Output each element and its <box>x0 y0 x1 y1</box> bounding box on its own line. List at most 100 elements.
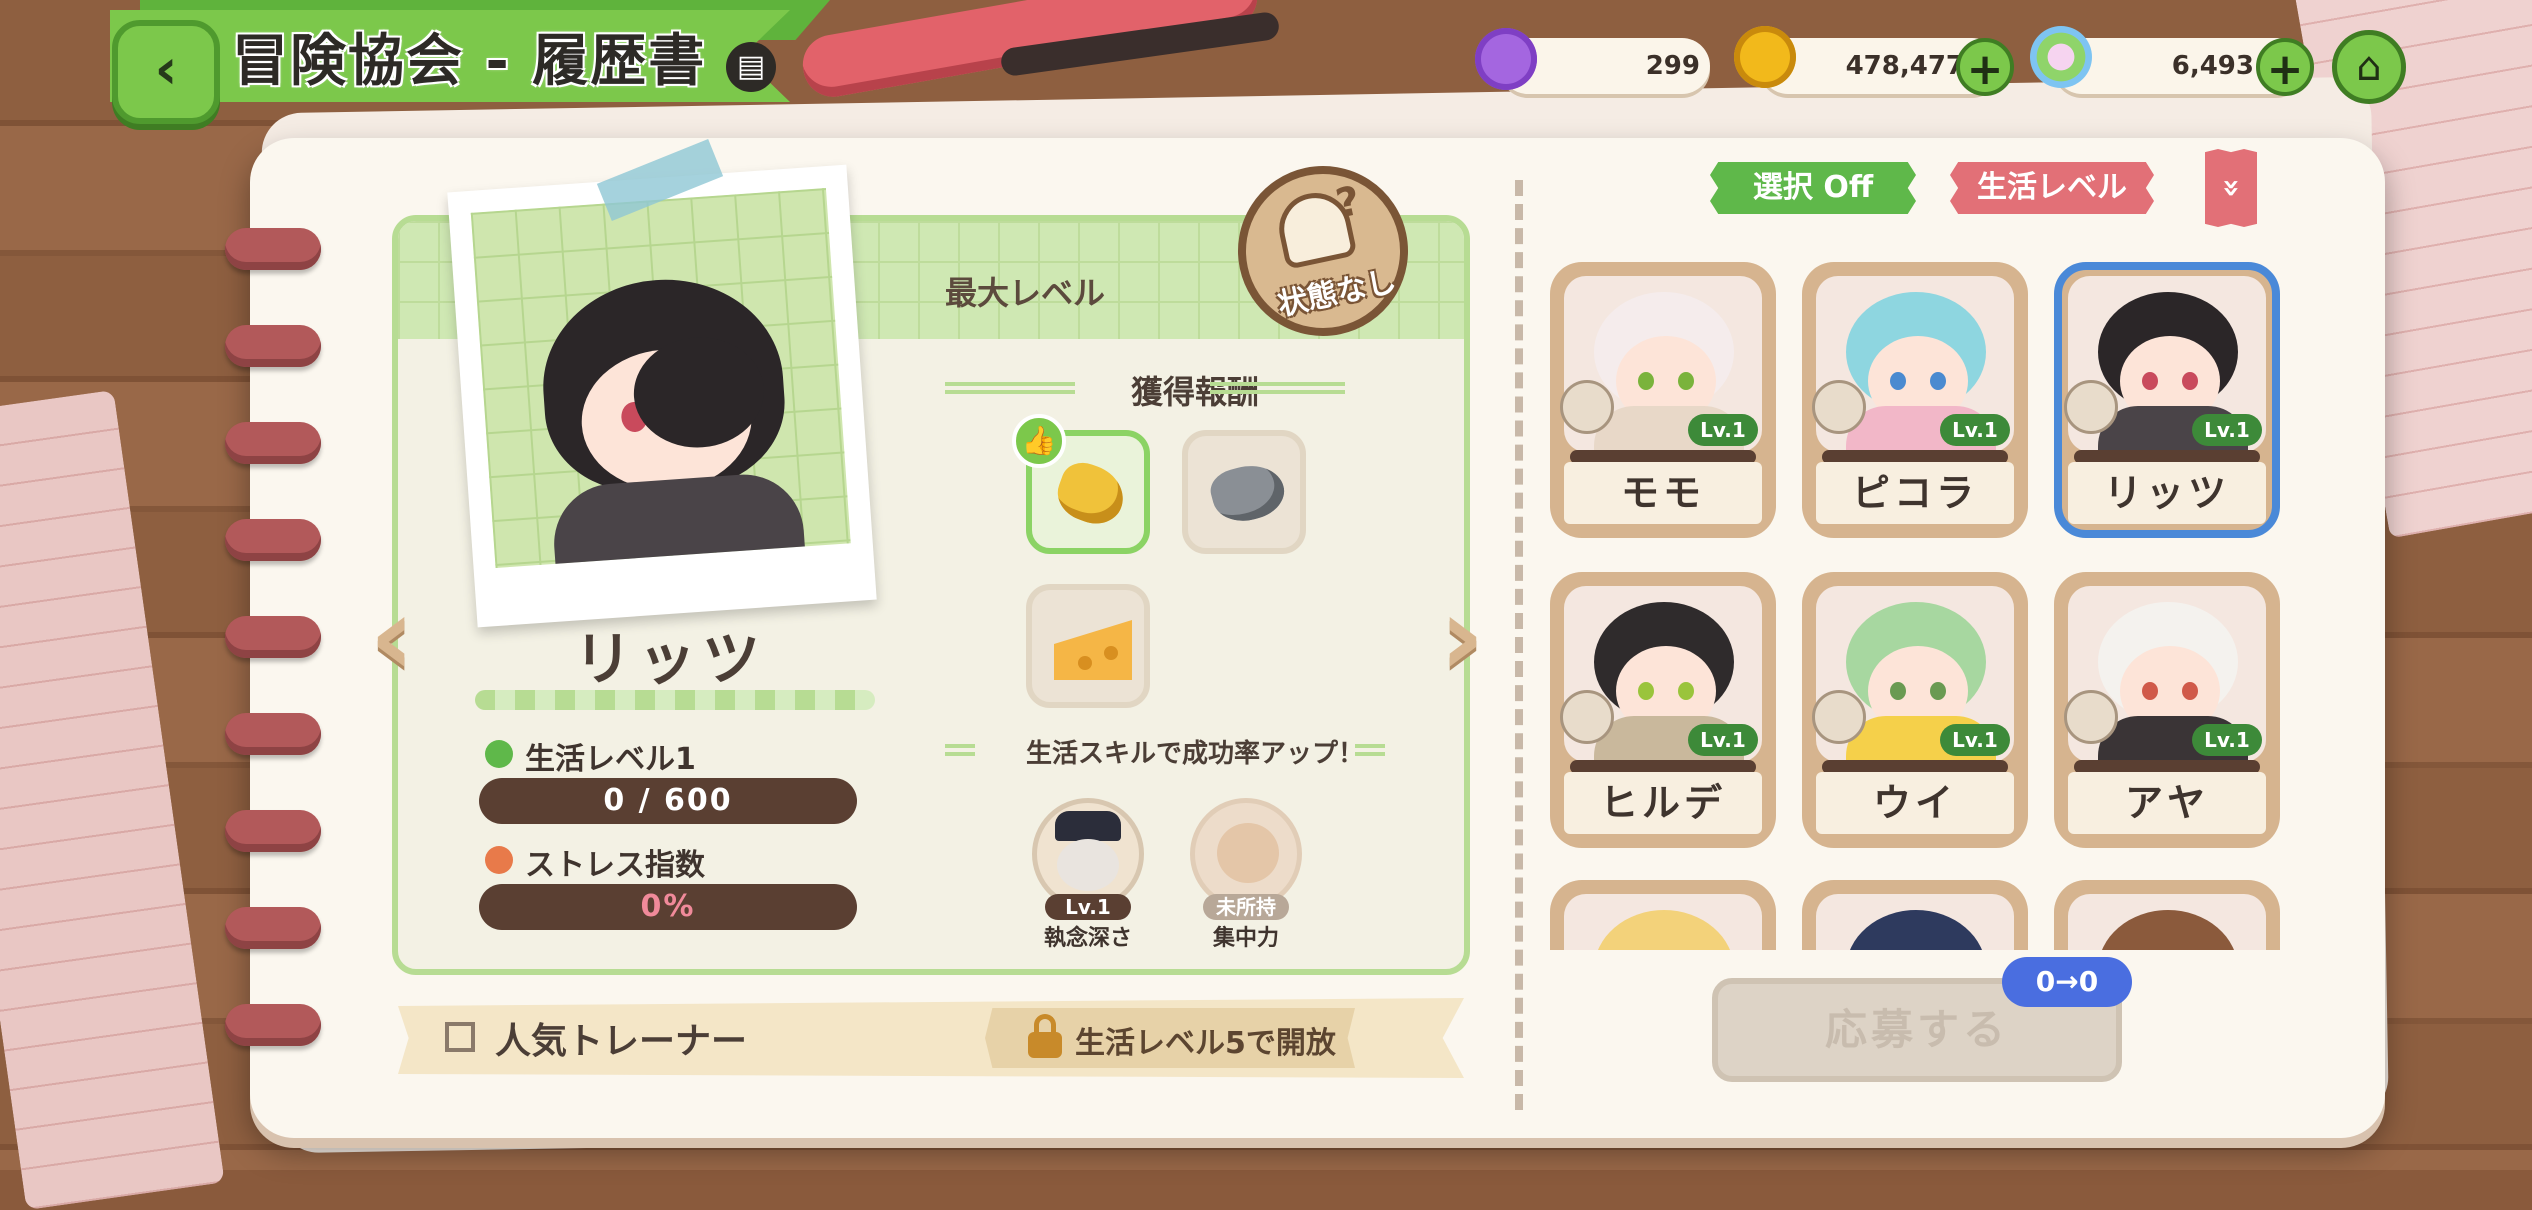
character-card[interactable]: Lv.1 ウイ <box>1802 572 2028 848</box>
rainbow-leaf-icon <box>2030 26 2092 88</box>
gold-nugget-icon <box>1050 456 1132 532</box>
skill-badge-icon <box>1560 380 1614 434</box>
character-card-level: Lv.1 <box>2192 414 2262 446</box>
skill-hint-line <box>1355 744 1385 758</box>
skill-tenacity-name: 執念深さ <box>1043 926 1132 951</box>
select-toggle-button[interactable]: 選択 Off <box>1710 162 1916 214</box>
character-card-name: リッツ <box>2068 462 2266 524</box>
character-card-level: Lv.1 <box>2192 724 2262 756</box>
stone-ore-icon <box>1206 457 1290 529</box>
ring <box>225 228 321 270</box>
character-card-name: ヒルデ <box>1564 772 1762 834</box>
stress-label: ストレス指数 <box>525 848 705 883</box>
portrait-armor <box>550 470 808 569</box>
clover-icon <box>485 740 513 768</box>
portrait-background <box>470 188 851 569</box>
character-card[interactable]: Lv.1 リッツ <box>2054 262 2280 538</box>
character-card[interactable]: Lv.1 ヒルデ <box>1550 572 1776 848</box>
character-card-portrait <box>1816 894 2014 950</box>
sort-order-chevron-icon[interactable]: » <box>2205 149 2257 227</box>
card-eye <box>2142 372 2158 390</box>
ring <box>225 616 321 658</box>
skill-face <box>1057 839 1119 891</box>
skill-badge-icon <box>1812 690 1866 744</box>
character-name: リッツ <box>573 625 766 693</box>
card-eye <box>1930 682 1946 700</box>
card-hair <box>1846 910 1986 950</box>
character-card <box>1550 880 1776 950</box>
skill-tenacity-level: Lv.1 <box>1045 894 1131 920</box>
character-card[interactable]: Lv.1 モモ <box>1550 262 1776 538</box>
ring <box>225 325 321 367</box>
character-card[interactable]: Lv.1 アヤ <box>2054 572 2280 848</box>
character-card-level: Lv.1 <box>1688 414 1758 446</box>
ring <box>225 422 321 464</box>
cheese-hole <box>1104 646 1118 660</box>
character-card-partial[interactable] <box>2054 880 2280 950</box>
character-card-partial[interactable] <box>1550 880 1776 950</box>
card-eye <box>1678 372 1694 390</box>
popular-trainer-label: 人気トレーナー <box>495 1021 748 1062</box>
reward-slot-cheese[interactable] <box>1026 584 1150 708</box>
character-card-level: Lv.1 <box>1940 724 2010 756</box>
card-hair <box>1594 910 1734 950</box>
ring <box>225 810 321 852</box>
card-eye <box>2142 682 2158 700</box>
character-card-portrait <box>1564 894 1762 950</box>
next-character-arrow[interactable]: › <box>1432 581 1492 691</box>
stress-bar: 0% <box>479 884 857 930</box>
help-book-icon[interactable]: ▤ <box>726 42 776 92</box>
life-exp-bar: 0 / 600 <box>479 778 857 824</box>
card-eye <box>1890 682 1906 700</box>
reward-slot-gold[interactable]: 👍 <box>1012 414 1150 554</box>
add-leaf-button[interactable]: + <box>2256 38 2314 96</box>
skill-badge-icon <box>1560 690 1614 744</box>
card-eye <box>2182 372 2198 390</box>
reward-title: 獲得報酬 <box>1130 373 1259 411</box>
apply-count-badge: 0→0 <box>2002 957 2132 1007</box>
skill-face <box>1217 823 1279 883</box>
card-eye <box>1638 682 1654 700</box>
character-card-name: ピコラ <box>1816 462 2014 524</box>
reward-slot-stone[interactable] <box>1182 430 1306 554</box>
ring <box>225 713 321 755</box>
card-eye <box>1638 372 1654 390</box>
card-eye <box>1890 372 1906 390</box>
character-card <box>1802 880 2028 950</box>
skill-focus-name: 集中力 <box>1212 926 1279 951</box>
ring <box>225 907 321 949</box>
page-title: 冒険協会 - 履歴書 <box>232 29 707 94</box>
skill-focus-level: 未所持 <box>1203 894 1289 920</box>
character-card-level: Lv.1 <box>1940 414 2010 446</box>
sort-level-button[interactable]: 生活レベル <box>1950 162 2154 214</box>
character-portrait <box>447 164 877 628</box>
page-divider <box>1515 180 1523 1110</box>
unlock-requirement-text: 生活レベル5で開放 <box>1075 1026 1336 1061</box>
popular-trainer-checkbox[interactable] <box>445 1022 475 1052</box>
character-card[interactable]: Lv.1 ピコラ <box>1802 262 2028 538</box>
add-gold-button[interactable]: + <box>1956 38 2014 96</box>
skill-badge-icon <box>2064 380 2118 434</box>
home-button[interactable]: ⌂ <box>2332 30 2406 104</box>
skill-badge-icon <box>2064 690 2118 744</box>
character-card-level: Lv.1 <box>1688 724 1758 756</box>
cheese-hole <box>1078 656 1092 670</box>
prev-character-arrow[interactable]: ‹ <box>362 581 422 691</box>
character-card-name: ウイ <box>1816 772 2014 834</box>
stress-flower-icon <box>485 846 513 874</box>
character-card <box>2054 880 2280 950</box>
ring <box>225 1004 321 1046</box>
gold-coin-icon <box>1734 26 1796 88</box>
character-card-partial[interactable] <box>1802 880 2028 950</box>
card-eye <box>1930 372 1946 390</box>
skill-hat <box>1055 811 1121 841</box>
name-underline <box>475 690 875 710</box>
cheese-icon <box>1054 620 1132 680</box>
ring <box>225 519 321 561</box>
character-card-portrait <box>2068 894 2266 950</box>
back-button[interactable]: ‹ <box>112 20 220 124</box>
max-level-label: 最大レベル <box>945 274 1106 312</box>
character-card-name: アヤ <box>2068 772 2266 834</box>
reward-title-line <box>1210 382 1345 396</box>
thumbs-up-medal-icon <box>1475 28 1537 90</box>
